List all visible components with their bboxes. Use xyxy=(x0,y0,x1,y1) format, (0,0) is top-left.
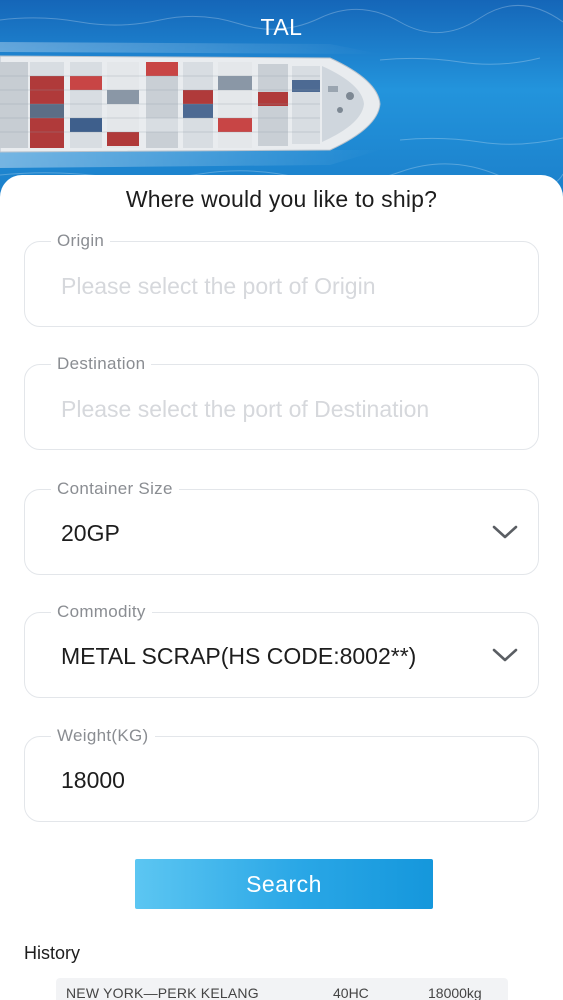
chevron-down-icon[interactable] xyxy=(492,646,518,664)
history-route: NEW YORK—PERK KELANG xyxy=(66,985,259,1000)
hero-banner: TAL xyxy=(0,0,563,200)
commodity-value: METAL SCRAP(HS CODE:8002**) xyxy=(61,643,417,669)
destination-placeholder: Please select the port of Destination xyxy=(61,396,430,422)
history-item[interactable]: NEW YORK—PERK KELANG 40HC 18000kg xyxy=(56,978,508,1000)
app-title: TAL xyxy=(260,14,303,40)
origin-placeholder: Please select the port of Origin xyxy=(61,273,376,299)
history-container-size: 40HC xyxy=(333,985,369,1000)
weight-field[interactable]: Weight(KG) 18000 xyxy=(24,725,539,822)
history-heading: History xyxy=(24,943,81,963)
form-heading: Where would you like to ship? xyxy=(125,186,438,212)
origin-label: Origin xyxy=(51,230,111,252)
weight-value[interactable]: 18000 xyxy=(61,766,125,794)
commodity-label: Commodity xyxy=(51,601,152,623)
container-size-select[interactable]: Container Size 20GP xyxy=(24,478,539,575)
chevron-down-icon[interactable] xyxy=(492,523,518,541)
history-weight: 18000kg xyxy=(428,985,482,1000)
search-button[interactable]: Search xyxy=(135,859,433,909)
destination-label: Destination xyxy=(51,353,152,375)
container-size-value: 20GP xyxy=(61,520,120,546)
commodity-select[interactable]: Commodity METAL SCRAP(HS CODE:8002**) xyxy=(24,601,539,698)
container-size-label: Container Size xyxy=(51,478,179,500)
origin-field[interactable]: Origin Please select the port of Origin xyxy=(24,230,539,327)
destination-field[interactable]: Destination Please select the port of De… xyxy=(24,353,539,450)
weight-label: Weight(KG) xyxy=(51,725,155,747)
